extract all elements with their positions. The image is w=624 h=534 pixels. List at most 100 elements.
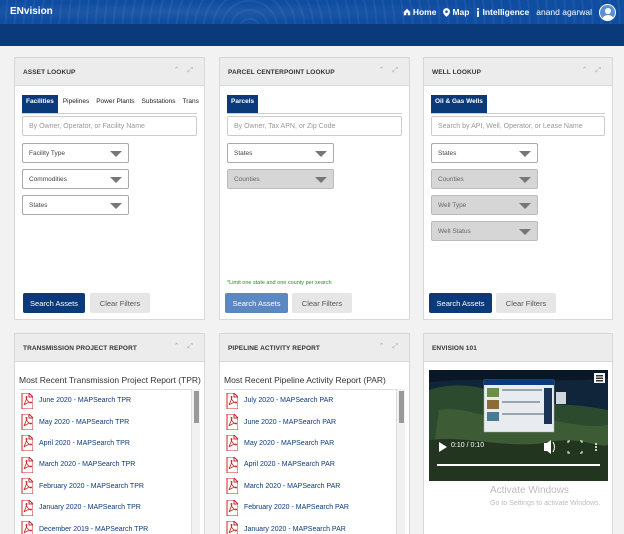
report-link[interactable]: May 2020 - MAPSearch PAR: [224, 433, 405, 454]
scrollbar[interactable]: [396, 389, 405, 534]
well-status-select[interactable]: Well Status: [431, 221, 538, 241]
tab-substations[interactable]: Substations: [140, 95, 178, 113]
asset-lookup-panel: ASSET LOOKUP ⌃ ⤢ Facilities Pipelines Po…: [14, 57, 205, 320]
panel-header: PIPELINE ACTIVITY REPORT ⌃ ⤢: [220, 334, 409, 362]
app-brand[interactable]: ENvision: [10, 6, 53, 17]
panel-controls[interactable]: ⌃ ⤢: [174, 342, 196, 351]
report-link[interactable]: February 2020 - MAPSearch TPR: [19, 476, 200, 497]
parcel-lookup-panel: PARCEL CENTERPOINT LOOKUP ⌃ ⤢ Parcels By…: [219, 57, 410, 320]
parcel-search-input[interactable]: By Owner, Tax APN, or Zip Code: [227, 116, 402, 136]
nav-home-label: Home: [412, 7, 437, 17]
panel-title: WELL LOOKUP: [432, 69, 482, 76]
tab-pipelines[interactable]: Pipelines: [61, 95, 91, 113]
envision-101-panel: ENVISION 101 0:10 / 0:10 Activate Window…: [423, 333, 613, 534]
select-label: Facility Type: [29, 150, 66, 157]
well-search-input[interactable]: Search by API, Well, Operator, or Lease …: [431, 116, 605, 136]
tab-oil-gas-wells[interactable]: Oil & Gas Wells: [431, 95, 487, 113]
chevron-down-icon: [519, 151, 531, 157]
map-pin-icon: [443, 7, 451, 17]
tutorial-video[interactable]: 0:10 / 0:10: [429, 370, 608, 481]
video-time: 0:10 / 0:10: [451, 442, 485, 449]
panel-controls[interactable]: ⌃ ⤢: [582, 66, 604, 75]
report-list: June 2020 - MAPSearch TPR May 2020 - MAPS…: [19, 389, 200, 534]
search-assets-button[interactable]: Search Assets: [429, 293, 492, 313]
chevron-down-icon: [315, 177, 327, 183]
avatar-icon[interactable]: [599, 3, 616, 21]
report-link-label: May 2020 - MAPSearch PAR: [244, 439, 335, 447]
clear-filters-button[interactable]: Clear Filters: [90, 293, 150, 313]
pdf-icon: [21, 414, 33, 431]
report-link[interactable]: July 2020 - MAPSearch PAR: [224, 390, 405, 411]
pdf-icon: [21, 456, 33, 473]
well-lookup-panel: WELL LOOKUP ⌃ ⤢ Oil & Gas Wells Search b…: [423, 57, 613, 320]
transmission-report-panel: TRANSMISSION PROJECT REPORT ⌃ ⤢ Most Rec…: [14, 333, 205, 534]
scrollbar[interactable]: [191, 389, 200, 534]
sub-header-bar: [0, 24, 624, 46]
report-link-label: March 2020 - MAPSearch PAR: [244, 482, 341, 490]
report-link[interactable]: May 2020 - MAPSearch TPR: [19, 411, 200, 432]
tab-power-plants[interactable]: Power Plants: [94, 95, 136, 113]
clear-filters-button[interactable]: Clear Filters: [496, 293, 556, 313]
search-assets-button[interactable]: Search Assets: [225, 293, 288, 313]
report-link[interactable]: March 2020 - MAPSearch PAR: [224, 476, 405, 497]
video-progress-bar[interactable]: [429, 462, 608, 468]
states-select[interactable]: States: [227, 143, 334, 163]
report-link[interactable]: March 2020 - MAPSearch TPR: [19, 454, 200, 475]
report-link[interactable]: June 2020 - MAPSearch PAR: [224, 411, 405, 432]
commodities-select[interactable]: Commodities: [22, 169, 129, 189]
panel-controls[interactable]: ⌃ ⤢: [379, 66, 401, 75]
panel-header: ENVISION 101: [424, 334, 612, 362]
chevron-down-icon: [519, 203, 531, 209]
tab-parcels[interactable]: Parcels: [227, 95, 259, 113]
report-link[interactable]: April 2020 - MAPSearch PAR: [224, 454, 405, 475]
panel-title: ASSET LOOKUP: [23, 69, 76, 76]
report-link[interactable]: January 2020 - MAPSearch PAR: [224, 518, 405, 534]
nav-map[interactable]: Map: [443, 7, 469, 17]
report-link[interactable]: December 2019 - MAPSearch TPR: [19, 518, 200, 534]
panel-controls[interactable]: ⌃ ⤢: [379, 342, 401, 351]
panel-controls[interactable]: ⌃ ⤢: [174, 66, 196, 75]
scrollbar-thumb[interactable]: [194, 391, 199, 423]
tab-divider: [22, 113, 197, 114]
search-assets-button[interactable]: Search Assets: [23, 293, 85, 313]
search-placeholder: Search by API, Well, Operator, or Lease …: [438, 123, 583, 130]
scrollbar-thumb[interactable]: [399, 391, 404, 423]
chevron-down-icon: [110, 203, 122, 209]
pipeline-report-panel: PIPELINE ACTIVITY REPORT ⌃ ⤢ Most Recent…: [219, 333, 410, 534]
report-link[interactable]: June 2020 - MAPSearch TPR: [19, 390, 200, 411]
well-type-select[interactable]: Well Type: [431, 195, 538, 215]
report-link[interactable]: January 2020 - MAPSearch TPR: [19, 497, 200, 518]
report-link-label: March 2020 - MAPSearch TPR: [39, 461, 136, 469]
states-select[interactable]: States: [431, 143, 538, 163]
counties-select[interactable]: Counties: [431, 169, 538, 189]
asset-search-input[interactable]: By Owner, Operator, or Facility Name: [22, 116, 197, 136]
facility-type-select[interactable]: Facility Type: [22, 143, 129, 163]
report-list: July 2020 - MAPSearch PAR June 2020 - MAP…: [224, 389, 405, 534]
panel-title: ENVISION 101: [432, 345, 477, 352]
pdf-icon: [226, 392, 238, 409]
tab-facilities[interactable]: Facilities: [22, 95, 58, 113]
report-link-label: December 2019 - MAPSearch TPR: [39, 525, 149, 533]
report-link-label: June 2020 - MAPSearch TPR: [39, 397, 132, 405]
report-link[interactable]: April 2020 - MAPSearch TPR: [19, 433, 200, 454]
pdf-icon: [21, 435, 33, 452]
report-link[interactable]: February 2020 - MAPSearch PAR: [224, 497, 405, 518]
pdf-icon: [226, 456, 238, 473]
pdf-icon: [226, 478, 238, 495]
panel-header: PARCEL CENTERPOINT LOOKUP ⌃ ⤢: [220, 58, 409, 86]
pdf-icon: [21, 392, 33, 409]
tab-transmission[interactable]: Transmi: [180, 95, 199, 113]
chevron-down-icon: [519, 177, 531, 183]
clear-filters-button[interactable]: Clear Filters: [292, 293, 352, 313]
asset-tabs: Facilities Pipelines Power Plants Substa…: [22, 95, 199, 113]
select-label: Well Status: [438, 228, 471, 235]
user-menu[interactable]: anand agarwal: [536, 7, 592, 17]
counties-select[interactable]: Counties: [227, 169, 334, 189]
nav-intelligence[interactable]: Intelligence: [476, 7, 529, 17]
nav-home[interactable]: Home: [403, 7, 437, 17]
states-select[interactable]: States: [22, 195, 129, 215]
activate-windows-subtext: Go to Settings to activate Windows.: [490, 500, 601, 507]
top-navbar: ENvision Home Map Intelligence anand aga…: [0, 0, 624, 24]
report-link-label: January 2020 - MAPSearch TPR: [39, 504, 141, 512]
pdf-icon: [21, 478, 33, 495]
